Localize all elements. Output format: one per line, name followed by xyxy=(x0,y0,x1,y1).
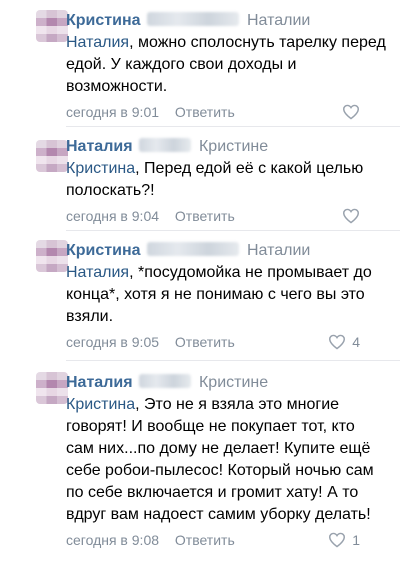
reply-button[interactable]: Ответить xyxy=(175,532,235,548)
hidden-surname xyxy=(146,12,239,27)
comment-text: Наталия, *посудомойка не промывает до ко… xyxy=(66,262,386,328)
mention-link[interactable]: Наталия xyxy=(66,264,129,281)
mention-link[interactable]: Кристина xyxy=(66,160,135,177)
heart-outline-icon xyxy=(342,104,360,120)
hidden-surname xyxy=(138,374,191,389)
mention-link[interactable]: Наталия xyxy=(66,34,129,51)
author-name[interactable]: Кристина xyxy=(66,242,141,259)
divider xyxy=(66,126,400,127)
comment-text: Кристина, Это не я взяла это многие гово… xyxy=(66,394,386,526)
comment-header: Кристина Наталии xyxy=(66,240,378,262)
comment-meta: сегодня в 9:08 Ответить 1 xyxy=(66,530,378,550)
divider xyxy=(66,230,400,231)
like-count: 4 xyxy=(352,334,360,350)
comment-header: Наталия Кристине xyxy=(66,136,378,158)
comment-header: Наталия Кристине xyxy=(66,372,378,394)
comment: Кристина Наталии Наталия, *посудомойка н… xyxy=(0,240,400,352)
comment-body: , Это не я взяла это многие говорят! И в… xyxy=(66,396,374,523)
like-button[interactable]: 4 xyxy=(328,332,360,352)
comment-time: сегодня в 9:08 xyxy=(66,532,160,548)
comment-thread: Кристина Наталии Наталия, можно сполосну… xyxy=(0,0,400,568)
reply-button[interactable]: Ответить xyxy=(175,208,235,224)
comment: Кристина Наталии Наталия, можно сполосну… xyxy=(0,10,400,122)
like-count: 1 xyxy=(352,532,360,548)
author-name[interactable]: Наталия xyxy=(66,138,133,155)
comment-time: сегодня в 9:04 xyxy=(66,208,160,224)
author-name[interactable]: Наталия xyxy=(66,374,133,391)
heart-outline-icon xyxy=(329,532,346,548)
mention-link[interactable]: Кристина xyxy=(66,396,135,413)
comment-meta: сегодня в 9:01 Ответить xyxy=(66,102,378,122)
reply-to[interactable]: Наталии xyxy=(247,12,310,29)
heart-outline-icon xyxy=(342,208,360,224)
reply-to[interactable]: Наталии xyxy=(247,242,310,259)
reply-button[interactable]: Ответить xyxy=(175,104,235,120)
hidden-surname xyxy=(146,242,239,257)
divider xyxy=(66,360,400,361)
hidden-surname xyxy=(138,138,191,153)
like-button[interactable] xyxy=(342,102,360,122)
comment-time: сегодня в 9:01 xyxy=(66,104,160,120)
like-button[interactable]: 1 xyxy=(328,530,360,550)
comment-meta: сегодня в 9:04 Ответить xyxy=(66,206,378,226)
comment-meta: сегодня в 9:05 Ответить 4 xyxy=(66,332,378,352)
comment-header: Кристина Наталии xyxy=(66,10,378,32)
reply-to[interactable]: Кристине xyxy=(199,138,268,155)
comment-text: Кристина, Перед едой её с какой целью по… xyxy=(66,158,386,202)
reply-button[interactable]: Ответить xyxy=(175,334,235,350)
comment-time: сегодня в 9:05 xyxy=(66,334,160,350)
reply-to[interactable]: Кристине xyxy=(199,374,268,391)
comment: Наталия Кристине Кристина, Перед едой её… xyxy=(0,136,400,226)
comment-text: Наталия, можно сполоснуть тарелку перед … xyxy=(66,32,386,98)
comment: Наталия Кристине Кристина, Это не я взял… xyxy=(0,372,400,550)
heart-outline-icon xyxy=(329,334,346,350)
author-name[interactable]: Кристина xyxy=(66,12,141,29)
like-button[interactable] xyxy=(342,206,360,226)
